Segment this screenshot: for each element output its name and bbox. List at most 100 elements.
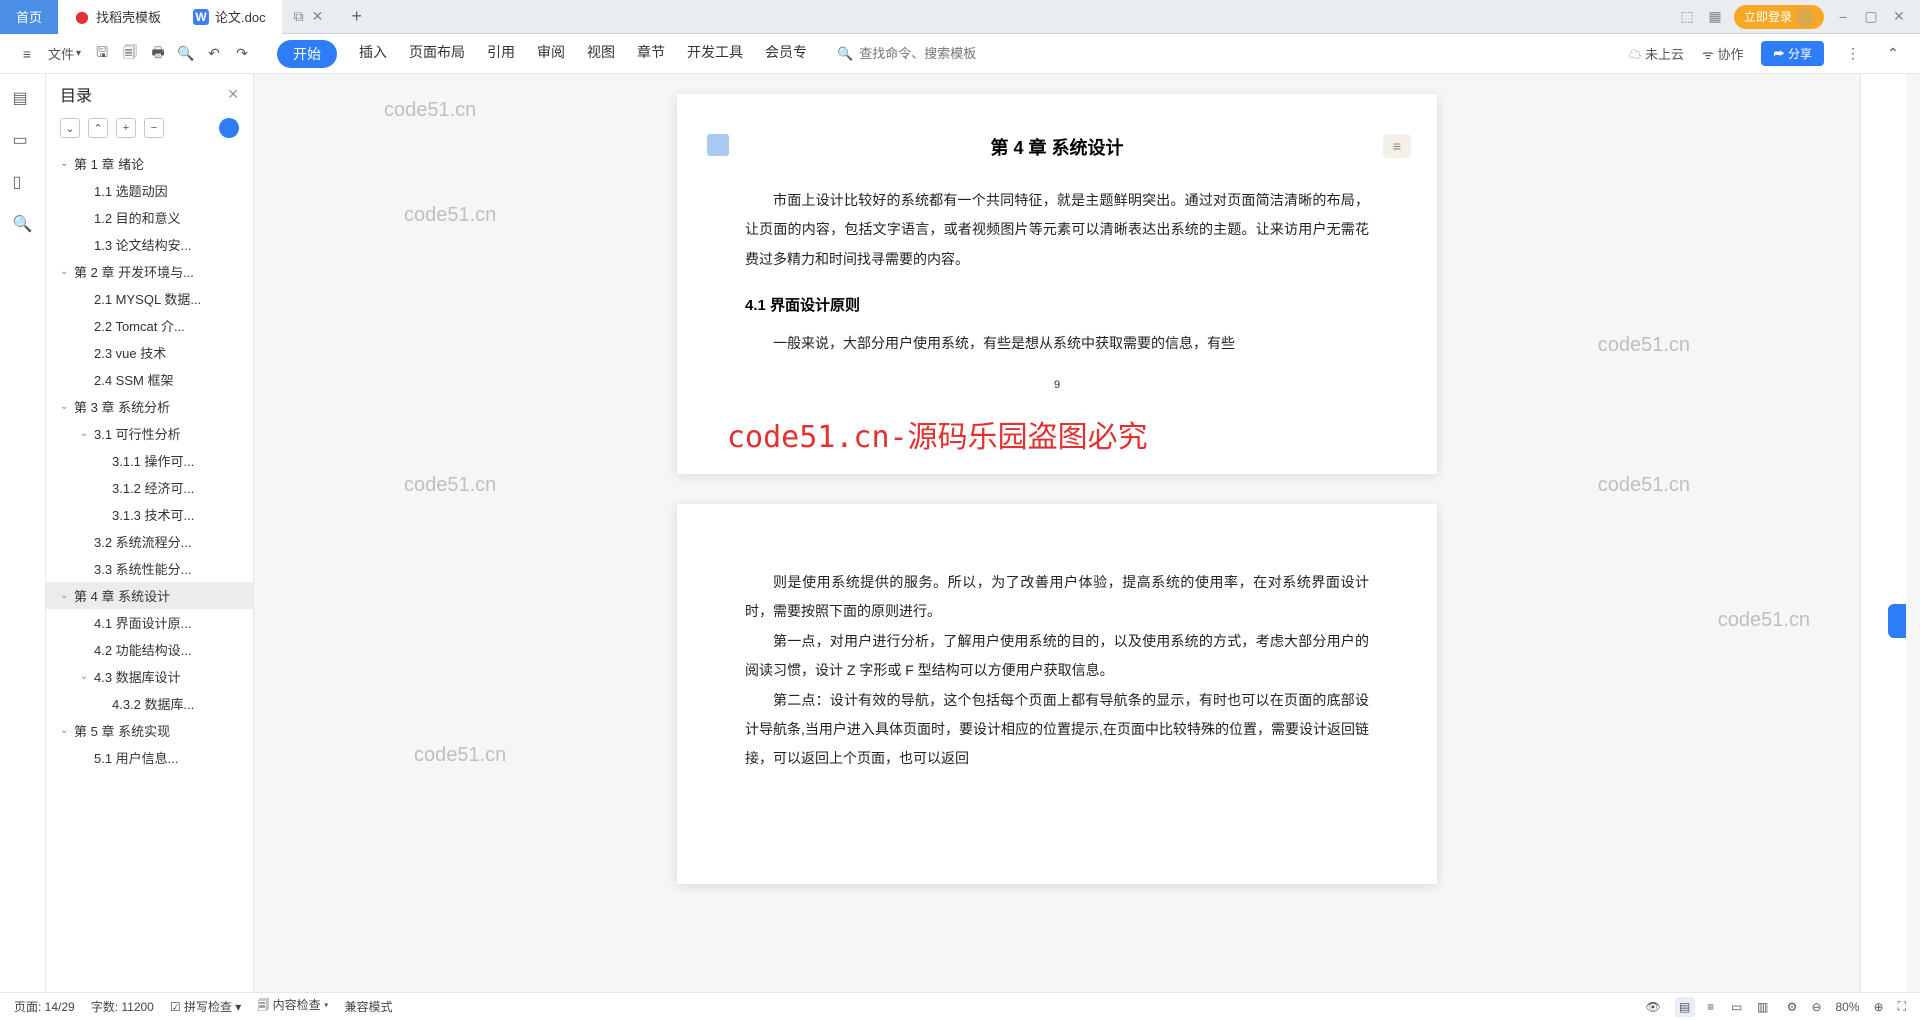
toc-item[interactable]: 2.2 Tomcat 介... — [46, 312, 253, 339]
command-search[interactable]: 🔍 — [837, 46, 999, 62]
tab-home[interactable]: 首页 — [0, 0, 58, 34]
watermark-small: code51.cn — [414, 744, 506, 767]
remove-item-icon[interactable]: − — [144, 118, 164, 138]
view-modes: ▤ ≡ ▭ ▥ — [1675, 997, 1773, 1017]
redo-icon[interactable]: ↷ — [231, 43, 253, 65]
toc-item[interactable]: ⌄3.1 可行性分析 — [46, 420, 253, 447]
search-input[interactable] — [859, 46, 999, 61]
save-icon[interactable]: 🖫 — [91, 43, 113, 65]
zoom-settings-icon[interactable]: ⚙ — [1787, 1000, 1798, 1014]
maximize-icon[interactable]: ▢ — [1862, 8, 1880, 25]
chevron-down-icon: ⌄ — [60, 590, 70, 601]
toc-item[interactable]: ⌄第 1 章 绪论 — [46, 150, 253, 177]
toc-item[interactable]: ⌄4.3 数据库设计 — [46, 663, 253, 690]
outline-close-icon[interactable]: ✕ — [227, 86, 239, 103]
body-para: 第二点：设计有效的导航，这个包括每个页面上都有导航条的显示，有时也可以在页面的底… — [745, 686, 1369, 774]
outline-icon[interactable]: ▤ — [13, 88, 33, 108]
collab-button[interactable]: ᯤ 协作 — [1702, 44, 1744, 63]
ribbon-chapter[interactable]: 章节 — [637, 40, 665, 68]
toc-item-label: 第 5 章 系统实现 — [74, 721, 170, 740]
add-item-icon[interactable]: + — [116, 118, 136, 138]
compat-mode[interactable]: 兼容模式 — [344, 998, 392, 1015]
toc-item[interactable]: 3.1.2 经济可... — [46, 474, 253, 501]
toc-item[interactable]: 4.3.2 数据库... — [46, 690, 253, 717]
layout-icon[interactable]: ⬚ — [1678, 8, 1696, 25]
ribbon-insert[interactable]: 插入 — [359, 40, 387, 68]
toc-item[interactable]: ⌄第 2 章 开发环境与... — [46, 258, 253, 285]
view-read-icon[interactable]: ▥ — [1753, 997, 1773, 1017]
search-rail-icon[interactable]: 🔍 — [13, 214, 33, 234]
ribbon-member[interactable]: 会员专 — [765, 40, 807, 68]
doc-page-2: 则是使用系统提供的服务。所以，为了改善用户体验，提高系统的使用率，在对系统界面设… — [677, 504, 1437, 884]
toc-item-label: 1.2 目的和意义 — [94, 208, 181, 227]
close-icon[interactable]: ✕ — [1890, 8, 1908, 25]
bookmark-icon[interactable]: ▯ — [13, 172, 33, 192]
undo-icon[interactable]: ↶ — [203, 43, 225, 65]
toc-item[interactable]: ⌄第 3 章 系统分析 — [46, 393, 253, 420]
toc-item[interactable]: ⌄第 4 章 系统设计 — [46, 582, 253, 609]
collapse-ribbon-icon[interactable]: ⌃ — [1882, 43, 1904, 65]
tab-split-icon[interactable]: ⧉ — [294, 8, 304, 25]
page-indicator[interactable]: 页面: 14/29 — [14, 998, 75, 1015]
ribbon-start[interactable]: 开始 — [277, 40, 337, 68]
page-menu-icon[interactable]: ≡ — [1383, 134, 1411, 158]
view-web-icon[interactable]: ▭ — [1727, 997, 1747, 1017]
preview-icon[interactable]: 🔍 — [175, 43, 197, 65]
toc-item[interactable]: 2.3 vue 技术 — [46, 339, 253, 366]
collapse-all-icon[interactable]: ⌄ — [60, 118, 80, 138]
toc-item[interactable]: 1.3 论文结构安... — [46, 231, 253, 258]
scrollbar[interactable] — [1906, 74, 1920, 992]
ribbon-review[interactable]: 审阅 — [537, 40, 565, 68]
content-check[interactable]: 🗐 内容检查 ▾ — [257, 996, 328, 1017]
ribbon-dev[interactable]: 开发工具 — [687, 40, 743, 68]
apps-icon[interactable]: ▦ — [1706, 8, 1724, 25]
print-icon[interactable]: 🖶 — [147, 43, 169, 65]
zoom-out-icon[interactable]: ⊖ — [1811, 1000, 1821, 1014]
menu-icon[interactable]: ≡ — [16, 43, 38, 65]
toc-item[interactable]: 1.2 目的和意义 — [46, 204, 253, 231]
ribbon-view[interactable]: 视图 — [587, 40, 615, 68]
toc-item[interactable]: 5.1 用户信息... — [46, 744, 253, 771]
eye-icon[interactable]: 👁 — [1645, 1000, 1660, 1014]
ribbon-ref[interactable]: 引用 — [487, 40, 515, 68]
toc-item[interactable]: 3.1.1 操作可... — [46, 447, 253, 474]
toc-item[interactable]: 4.2 功能结构设... — [46, 636, 253, 663]
tab-add[interactable]: + — [335, 0, 378, 34]
tab-document[interactable]: W 论文.doc — [177, 0, 282, 34]
tag-icon[interactable]: ▭ — [13, 130, 33, 150]
spellcheck[interactable]: ☑ 拼写检查 ▾ — [170, 998, 241, 1015]
expand-all-icon[interactable]: ⌃ — [88, 118, 108, 138]
share-button[interactable]: ⮫ 分享 — [1761, 41, 1824, 66]
login-button[interactable]: 立即登录 — [1734, 5, 1824, 29]
toc-item-label: 3.3 系统性能分... — [94, 559, 192, 578]
view-outline-icon[interactable]: ≡ — [1701, 997, 1721, 1017]
watermark-small: code51.cn — [404, 204, 496, 227]
outline-title: 目录 — [60, 82, 92, 106]
toc-item[interactable]: 2.4 SSM 框架 — [46, 366, 253, 393]
saveas-icon[interactable]: 🗐 — [119, 43, 141, 65]
document-area[interactable]: ≡ 第 4 章 系统设计 市面上设计比较好的系统都有一个共同特征，就是主题鲜明突… — [254, 74, 1860, 992]
ribbon-layout[interactable]: 页面布局 — [409, 40, 465, 68]
word-count[interactable]: 字数: 11200 — [91, 998, 154, 1015]
fullscreen-icon[interactable]: ⛶ — [1898, 999, 1906, 1014]
more-icon[interactable]: ⋮ — [1842, 43, 1864, 65]
zoom-in-icon[interactable]: ⊕ — [1874, 1000, 1884, 1014]
toc-item[interactable]: 1.1 选题动因 — [46, 177, 253, 204]
toc-item[interactable]: 2.1 MYSQL 数据... — [46, 285, 253, 312]
side-handle[interactable] — [1888, 604, 1906, 638]
sync-icon[interactable] — [219, 118, 239, 138]
toc-item[interactable]: 3.3 系统性能分... — [46, 555, 253, 582]
view-page-icon[interactable]: ▤ — [1675, 997, 1695, 1017]
tab-controls: ⧉ ✕ — [282, 8, 336, 25]
zoom-value[interactable]: 80% — [1836, 1000, 1860, 1014]
tab-close-icon[interactable]: ✕ — [312, 8, 324, 25]
file-menu[interactable]: 文件 ▾ — [44, 44, 85, 63]
toc-item[interactable]: 3.2 系统流程分... — [46, 528, 253, 555]
page-doc-icon[interactable] — [707, 134, 729, 156]
tab-template[interactable]: ⬤ 找稻壳模板 — [58, 0, 177, 34]
cloud-status[interactable]: ☁ 未上云 — [1628, 44, 1684, 63]
toc-item[interactable]: ⌄第 5 章 系统实现 — [46, 717, 253, 744]
toc-item[interactable]: 3.1.3 技术可... — [46, 501, 253, 528]
minimize-icon[interactable]: − — [1834, 9, 1852, 25]
toc-item[interactable]: 4.1 界面设计原... — [46, 609, 253, 636]
